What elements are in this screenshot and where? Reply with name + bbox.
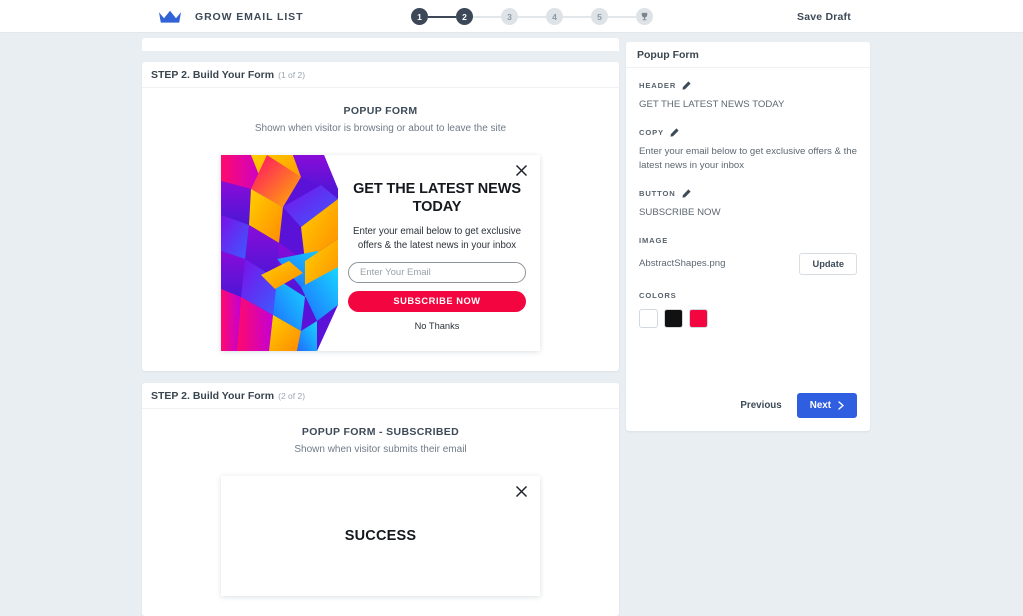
color-swatches [639, 308, 857, 328]
field-copy: COPY Enter your email below to get exclu… [639, 128, 857, 173]
preview-subtitle-2: Shown when visitor submits their email [294, 444, 467, 455]
popup-success-header: SUCCESS [344, 528, 417, 544]
previous-button[interactable]: Previous [740, 400, 781, 411]
top-bar: GROW EMAIL LIST 1 2 3 4 5 Save Draft [0, 0, 1023, 33]
update-image-button[interactable]: Update [799, 252, 857, 275]
panel-body: HEADER GET THE LATEST NEWS TODAY COPY En… [626, 68, 870, 328]
preview-subtitle-1: Shown when visitor is browsing or about … [254, 123, 507, 134]
section-header-2: STEP 2. Build Your Form (2 of 2) [142, 383, 619, 409]
main-content: STEP 2. Build Your Form (1 of 2) POPUP F… [142, 33, 619, 616]
step-connector-4 [563, 15, 591, 18]
section-card-popup-subscribed: STEP 2. Build Your Form (2 of 2) POPUP F… [142, 383, 619, 616]
field-header-value: GET THE LATEST NEWS TODAY [639, 99, 785, 110]
field-image-label: IMAGE [639, 235, 669, 245]
step-4[interactable]: 4 [546, 8, 563, 25]
field-header-label: HEADER [639, 81, 677, 90]
popup-subscribe-button[interactable]: SUBSCRIBE NOW [348, 290, 526, 312]
popup-card: GET THE LATEST NEWS TODAY Enter your ema… [221, 155, 540, 351]
popup-preview: GET THE LATEST NEWS TODAY Enter your ema… [221, 155, 540, 351]
field-image: IMAGE AbstractShapes.png Update [639, 236, 857, 275]
section-body-1: POPUP FORM Shown when visitor is browsin… [142, 88, 619, 371]
field-copy-value: Enter your email below to get exclusive … [639, 145, 857, 171]
popup-success-card: SUCCESS [221, 476, 540, 596]
step-connector-1 [428, 15, 456, 18]
step-connector-2 [473, 15, 501, 18]
section-body-2: POPUP FORM - SUBSCRIBED Shown when visit… [142, 409, 619, 616]
next-button[interactable]: Next [796, 393, 857, 418]
section-title-1: STEP 2. Build Your Form [151, 68, 275, 81]
field-copy-label-row: COPY [639, 128, 857, 137]
trophy-icon [640, 12, 649, 21]
color-swatch-black[interactable] [664, 308, 683, 328]
section-header-1: STEP 2. Build Your Form (1 of 2) [142, 62, 619, 88]
preview-title-2: POPUP FORM - SUBSCRIBED [301, 426, 460, 438]
stepper: 1 2 3 4 5 [411, 0, 653, 33]
popup-form-panel: Popup Form HEADER GET THE LATEST NEWS TO… [626, 42, 870, 431]
pencil-icon[interactable] [670, 128, 679, 137]
field-colors-label: COLORS [639, 290, 677, 300]
close-icon[interactable] [515, 485, 528, 498]
popup-copy-text: Enter your email below to get exclusive … [353, 226, 521, 252]
section-title-2: STEP 2. Build Your Form [151, 389, 275, 402]
brand-name: GROW EMAIL LIST [195, 10, 304, 23]
field-colors: COLORS [639, 291, 857, 328]
popup-image-abstract-shapes [221, 155, 338, 351]
panel-title: Popup Form [626, 42, 870, 68]
step-trophy[interactable] [636, 8, 653, 25]
popup-decline-link[interactable]: No Thanks [348, 321, 526, 331]
field-button-label: BUTTON [639, 188, 676, 198]
field-copy-label: COPY [639, 127, 664, 137]
section-card-popup-form: STEP 2. Build Your Form (1 of 2) POPUP F… [142, 62, 619, 371]
popup-header-text: GET THE LATEST NEWS TODAY [353, 181, 521, 215]
field-button: BUTTON SUBSCRIBE NOW [639, 189, 857, 220]
save-draft-button[interactable]: Save Draft [797, 0, 851, 33]
popup-success-preview: SUCCESS [221, 476, 540, 596]
step-5[interactable]: 5 [591, 8, 608, 25]
field-button-label-row: BUTTON [639, 189, 857, 198]
step-connector-5 [608, 15, 636, 18]
step-3[interactable]: 3 [501, 8, 518, 25]
step-connector-3 [518, 15, 546, 18]
chevron-right-icon [838, 401, 844, 410]
step-1[interactable]: 1 [411, 8, 428, 25]
popup-content: GET THE LATEST NEWS TODAY Enter your ema… [338, 155, 540, 351]
section-count-2: (2 of 2) [278, 390, 306, 401]
field-button-value: SUBSCRIBE NOW [639, 206, 721, 218]
crown-icon [158, 10, 182, 24]
field-header: HEADER GET THE LATEST NEWS TODAY [639, 81, 857, 112]
pencil-icon[interactable] [682, 189, 691, 198]
close-icon[interactable] [515, 164, 528, 177]
panel-footer: Previous Next [740, 393, 857, 418]
sidebar: Popup Form HEADER GET THE LATEST NEWS TO… [626, 42, 870, 431]
brand: GROW EMAIL LIST [158, 0, 303, 33]
field-image-row: AbstractShapes.png Update [639, 252, 857, 275]
popup-email-input[interactable]: Enter Your Email [348, 261, 526, 283]
field-header-label-row: HEADER [639, 81, 857, 90]
pencil-icon[interactable] [682, 81, 691, 90]
step-2[interactable]: 2 [456, 8, 473, 25]
color-swatch-white[interactable] [639, 308, 658, 328]
next-button-label: Next [809, 400, 831, 411]
section-count-1: (1 of 2) [278, 69, 306, 80]
preview-title-1: POPUP FORM [343, 105, 418, 117]
color-swatch-red[interactable] [689, 308, 708, 328]
field-image-filename: AbstractShapes.png [639, 257, 726, 269]
